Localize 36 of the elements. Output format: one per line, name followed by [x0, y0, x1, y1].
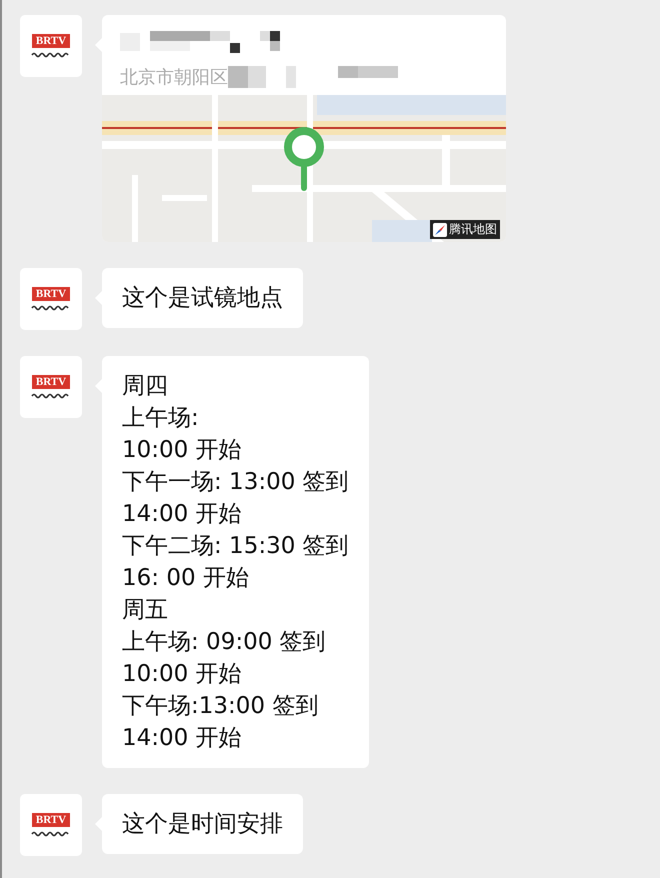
blurred-address-icon — [228, 66, 398, 88]
message-line: 14:00 开始 — [122, 724, 243, 753]
message-bubble[interactable]: 北京市朝阳区 腾讯地图 — [102, 15, 506, 242]
avatar[interactable]: BRTV — [20, 15, 82, 77]
logo-text: BRTV — [32, 287, 70, 301]
avatar[interactable]: BRTV — [20, 356, 82, 418]
message-line: 这个是试镜地点 — [122, 284, 283, 313]
message-bubble[interactable]: 这个是试镜地点 — [102, 268, 303, 328]
message-line: 这个是时间安排 — [122, 810, 283, 839]
location-pin-icon — [284, 127, 324, 191]
message-line: 上午场: 09:00 签到 — [122, 628, 327, 657]
avatar[interactable]: BRTV — [20, 794, 82, 856]
message-line: 10:00 开始 — [122, 436, 243, 465]
calligraphy-icon — [31, 393, 71, 399]
message-line: 周四 — [122, 372, 169, 401]
message-line: 16: 00 开始 — [122, 564, 250, 593]
logo-text: BRTV — [32, 34, 70, 48]
message-bubble[interactable]: 这个是时间安排 — [102, 794, 303, 854]
message-line: 10:00 开始 — [122, 660, 243, 689]
avatar[interactable]: BRTV — [20, 268, 82, 330]
compass-icon — [433, 222, 447, 236]
attribution-text: 腾讯地图 — [449, 221, 497, 238]
message-line: 下午场:13:00 签到 — [122, 692, 320, 721]
message-line: 下午二场: 15:30 签到 — [122, 532, 349, 561]
message-line: 上午场: — [122, 404, 200, 433]
logo-text: BRTV — [32, 813, 70, 827]
calligraphy-icon — [31, 52, 71, 58]
message-bubble[interactable]: 周四 上午场: 10:00 开始 下午一场: 13:00 签到 14:00 开始 下午二场: 15:30 签到 16: 00 开始 周五 上午场: 09:00 签到 10:00 开始 下午场:13:00 签到 14:00 开始 — [102, 356, 369, 768]
logo-text: BRTV — [32, 375, 70, 389]
message-line: 周五 — [122, 596, 169, 625]
calligraphy-icon — [31, 831, 71, 837]
address-text: 北京市朝阳区 — [120, 66, 228, 89]
blurred-title-icon — [120, 31, 280, 53]
message-line: 14:00 开始 — [122, 500, 243, 529]
calligraphy-icon — [31, 305, 71, 311]
message-line: 下午一场: 13:00 签到 — [122, 468, 349, 497]
